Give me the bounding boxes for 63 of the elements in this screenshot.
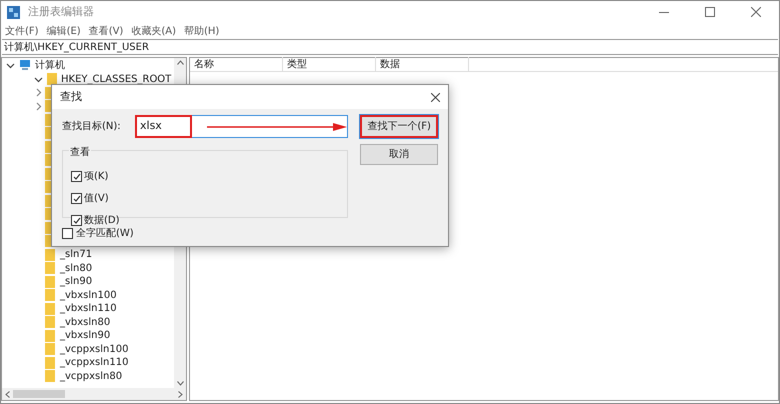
scroll-left-icon [5, 390, 10, 398]
column-header[interactable]: 数据 [376, 57, 469, 72]
tree-item[interactable]: _sln71 [60, 247, 92, 262]
group-title: 查看 [69, 147, 91, 159]
tree-item[interactable]: _vcppxsln100 [60, 342, 128, 357]
find-what-label: 查找目标(N): [62, 120, 122, 134]
maximize-icon [705, 7, 715, 17]
tree-item[interactable]: _vcppxsln80 [60, 368, 122, 384]
find-what-field[interactable]: xlsx [135, 115, 348, 138]
checkbox[interactable] [71, 215, 82, 226]
tree-item[interactable]: _vbxsln100 [60, 288, 117, 303]
close-icon [751, 7, 761, 17]
check-icon [72, 172, 80, 180]
horizontal-scrollbar[interactable] [2, 388, 186, 400]
checkbox[interactable] [71, 193, 82, 204]
folder-icon [45, 302, 55, 315]
scroll-down-icon [176, 381, 184, 386]
folder-icon [45, 248, 55, 261]
address-bar[interactable]: 计算机\HKEY_CURRENT_USER [2, 39, 778, 55]
check-icon [72, 216, 80, 224]
folder-icon [47, 73, 57, 86]
tree-item[interactable]: 计算机 [35, 58, 65, 74]
menu-item[interactable]: 文件(F) [5, 24, 39, 38]
close-icon[interactable] [431, 92, 440, 102]
scrollbar-thumb[interactable] [13, 390, 65, 398]
checkbox-label[interactable]: 全字匹配(W) [76, 226, 134, 241]
find-next-button[interactable]: 查找下一个(F) [360, 115, 438, 138]
tree-item[interactable]: _vcppxsln110 [60, 355, 128, 370]
scroll-right-icon [178, 390, 183, 398]
chevron-down-icon[interactable] [6, 61, 15, 70]
column-header[interactable]: 类型 [283, 57, 376, 72]
tree-item[interactable]: _sln80 [60, 260, 92, 276]
folder-icon [45, 343, 55, 356]
check-icon [72, 194, 80, 202]
checkbox-label[interactable]: 数据(D) [84, 213, 120, 228]
menu-item[interactable]: 帮助(H) [184, 24, 220, 38]
folder-icon [45, 276, 55, 288]
menu-item[interactable]: 收藏夹(A) [131, 24, 176, 38]
tree-item[interactable]: _sln90 [60, 274, 92, 290]
dialog-title: 查找 [60, 88, 82, 105]
column-header[interactable]: 名称 [190, 57, 283, 72]
cancel-button[interactable]: 取消 [360, 144, 438, 165]
folder-icon [45, 370, 55, 382]
menu-item[interactable]: 查看(V) [88, 24, 124, 38]
folder-icon [45, 262, 55, 274]
checkbox[interactable] [71, 171, 82, 182]
chevron-down-icon[interactable] [34, 74, 43, 84]
checkbox-label[interactable]: 值(V) [84, 191, 109, 206]
tree-item[interactable]: _vbxsln110 [60, 301, 117, 316]
computer-icon [19, 60, 31, 72]
window-title: 注册表编辑器 [28, 4, 94, 20]
registry-app-icon [7, 6, 20, 18]
folder-icon [45, 330, 55, 342]
folder-icon [45, 356, 55, 369]
checkbox[interactable] [62, 228, 73, 239]
checkbox-label[interactable]: 项(K) [84, 169, 108, 184]
tree-item[interactable]: HKEY_CLASSES_ROOT [61, 72, 172, 87]
folder-icon [45, 316, 55, 328]
tree-item[interactable]: _vbxsln90 [60, 328, 110, 344]
scroll-up-icon [176, 60, 184, 65]
tree-item[interactable]: _vbxsln80 [60, 314, 110, 330]
folder-icon [45, 289, 55, 302]
menu-item[interactable]: 编辑(E) [46, 24, 81, 38]
